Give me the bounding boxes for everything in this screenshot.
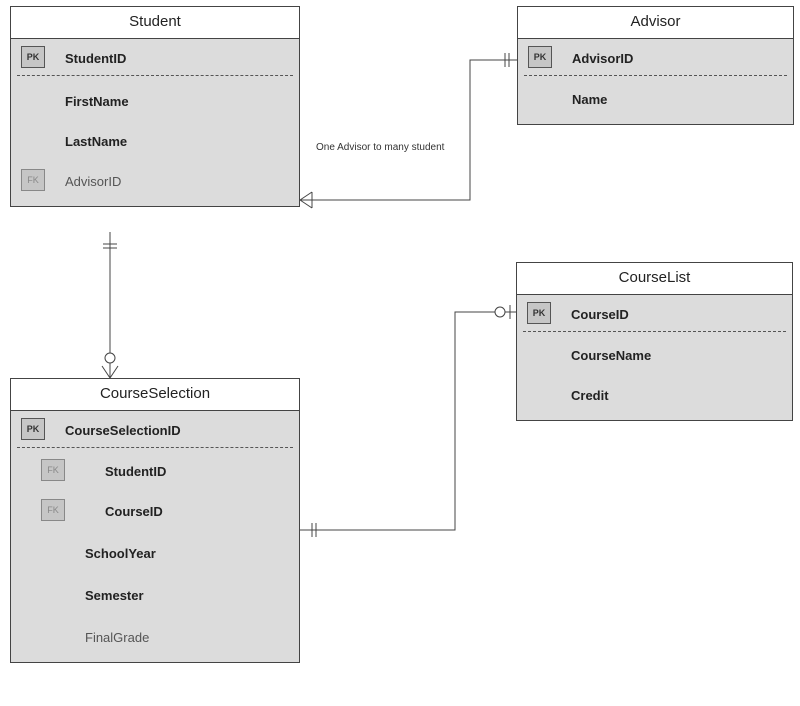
entity-courselist-title: CourseList — [517, 263, 792, 295]
attr-label: FirstName — [65, 92, 129, 109]
attr-student-pk: PK StudentID — [11, 39, 299, 75]
entity-courseselection-body: PK CourseSelectionID FK StudentID FK Cou… — [11, 411, 299, 662]
entity-student: Student PK StudentID FirstName LastName … — [10, 6, 300, 207]
entity-student-body: PK StudentID FirstName LastName FK Advis… — [11, 39, 299, 206]
fk-badge: FK — [21, 169, 45, 191]
entity-courselist: CourseList PK CourseID CourseName Credit — [516, 262, 793, 421]
attr-student-firstname: FirstName — [11, 76, 299, 118]
fk-badge: FK — [41, 499, 65, 521]
entity-advisor-body: PK AdvisorID Name — [518, 39, 793, 124]
attr-courseselection-schoolyear: SchoolYear — [11, 528, 299, 570]
attr-label: CourseID — [105, 502, 163, 519]
pk-badge: PK — [21, 46, 45, 68]
attr-label: CourseName — [571, 346, 651, 363]
attr-courseselection-pk: PK CourseSelectionID — [11, 411, 299, 447]
entity-courseselection: CourseSelection PK CourseSelectionID FK … — [10, 378, 300, 663]
entity-advisor: Advisor PK AdvisorID Name — [517, 6, 794, 125]
entity-student-title: Student — [11, 7, 299, 39]
attr-student-lastname: LastName — [11, 118, 299, 158]
entity-advisor-title: Advisor — [518, 7, 793, 39]
attr-label: FinalGrade — [85, 628, 149, 645]
attr-courseselection-fk1: FK StudentID — [11, 448, 299, 488]
attr-label: Semester — [85, 586, 144, 603]
attr-label: Name — [572, 90, 607, 107]
attr-advisor-pk: PK AdvisorID — [518, 39, 793, 75]
attr-label: Credit — [571, 386, 609, 403]
attr-courseselection-fk2: FK CourseID — [11, 488, 299, 528]
fk-badge: FK — [41, 459, 65, 481]
attr-student-advisorid: FK AdvisorID — [11, 158, 299, 206]
pk-badge: PK — [528, 46, 552, 68]
attr-courseselection-finalgrade: FinalGrade — [11, 612, 299, 662]
pk-badge: PK — [21, 418, 45, 440]
attr-label: AdvisorID — [572, 49, 633, 66]
attr-label: LastName — [65, 132, 127, 149]
entity-courselist-body: PK CourseID CourseName Credit — [517, 295, 792, 420]
attr-courseselection-semester: Semester — [11, 570, 299, 612]
attr-courselist-coursename: CourseName — [517, 332, 792, 372]
attr-courselist-pk: PK CourseID — [517, 295, 792, 331]
attr-label: CourseID — [571, 305, 629, 322]
entity-courseselection-title: CourseSelection — [11, 379, 299, 411]
attr-label: SchoolYear — [85, 544, 156, 561]
attr-label: CourseSelectionID — [65, 421, 181, 438]
pk-badge: PK — [527, 302, 551, 324]
attr-label: AdvisorID — [65, 172, 121, 189]
attr-label: StudentID — [65, 49, 126, 66]
attr-label: StudentID — [105, 462, 166, 479]
attr-courselist-credit: Credit — [517, 372, 792, 420]
attr-advisor-name: Name — [518, 76, 793, 124]
relationship-label-advisor-student: One Advisor to many student — [316, 142, 444, 153]
